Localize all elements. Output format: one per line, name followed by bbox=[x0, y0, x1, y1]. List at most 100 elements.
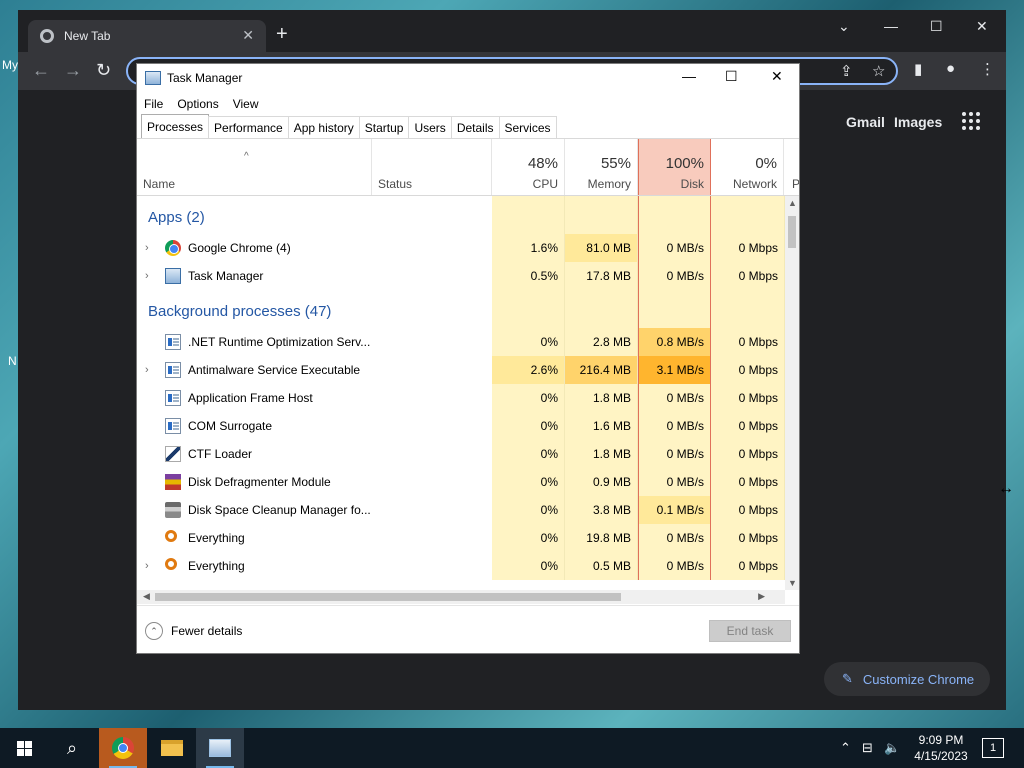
forward-arrow-icon[interactable]: → bbox=[64, 60, 82, 81]
tab-services[interactable]: Services bbox=[498, 116, 557, 138]
tab-app-history[interactable]: App history bbox=[287, 116, 360, 138]
network-icon[interactable]: ⊟ bbox=[862, 740, 873, 756]
menu-options[interactable]: Options bbox=[170, 94, 225, 114]
network-cell: 0 Mbps bbox=[711, 524, 785, 552]
tray-overflow-icon[interactable]: ⌃ bbox=[840, 740, 851, 756]
side-panel-icon[interactable]: ▮ bbox=[914, 60, 922, 78]
menu-view[interactable]: View bbox=[226, 94, 266, 114]
memory-cell: 19.8 MB bbox=[565, 524, 638, 552]
disk-cell: 0.1 MB/s bbox=[638, 496, 711, 524]
disk-cell: 0 MB/s bbox=[638, 468, 711, 496]
column-label-network: Network bbox=[732, 177, 777, 191]
notification-center-button[interactable]: 1 bbox=[982, 738, 1004, 758]
tab-details[interactable]: Details bbox=[450, 116, 500, 138]
chrome-tab-new-tab[interactable]: New Tab ✕ bbox=[28, 20, 266, 52]
maximize-button[interactable]: ☐ bbox=[930, 18, 943, 35]
close-button[interactable]: ✕ bbox=[771, 68, 783, 85]
column-header-memory[interactable]: 55% Memory bbox=[565, 139, 638, 195]
scroll-up-icon[interactable]: ▲ bbox=[788, 198, 797, 208]
tab-processes[interactable]: Processes bbox=[141, 114, 210, 138]
column-header-power[interactable]: P bbox=[784, 139, 799, 195]
task-manager-icon bbox=[209, 739, 231, 757]
fewer-details-button[interactable]: ⌃ Fewer details bbox=[145, 622, 242, 640]
table-row[interactable]: › Google Chrome (4) 1.6% 81.0 MB 0 MB/s 0 Mbp… bbox=[137, 234, 785, 262]
table-row[interactable]: › Everything 0% 0.5 MB 0 MB/s 0 Mbps bbox=[137, 552, 785, 580]
window-icon bbox=[165, 362, 181, 378]
reload-icon[interactable]: ↻ bbox=[96, 60, 111, 81]
network-cell: 0 Mbps bbox=[711, 552, 785, 580]
bookmark-star-icon[interactable]: ☆ bbox=[872, 62, 885, 80]
tab-performance[interactable]: Performance bbox=[208, 116, 289, 138]
memory-cell: 1.6 MB bbox=[565, 412, 638, 440]
tab-close-icon[interactable]: ✕ bbox=[242, 27, 254, 44]
vertical-scrollbar[interactable]: ▲ ▼ bbox=[785, 196, 799, 590]
table-row[interactable]: Application Frame Host 0% 1.8 MB 0 MB/s 0 Mb… bbox=[137, 384, 785, 412]
taskbar-task-manager[interactable] bbox=[196, 728, 244, 768]
profile-icon[interactable]: ● bbox=[946, 60, 955, 77]
column-header-name[interactable]: ^ Name bbox=[137, 139, 372, 195]
column-label-memory: Memory bbox=[587, 177, 631, 191]
table-row[interactable]: CTF Loader 0% 1.8 MB 0 MB/s 0 Mbps bbox=[137, 440, 785, 468]
share-icon[interactable]: ⇪ bbox=[840, 62, 853, 80]
new-tab-button[interactable]: + bbox=[276, 24, 288, 44]
tab-users[interactable]: Users bbox=[408, 116, 452, 138]
column-header-network[interactable]: 0% Network bbox=[711, 139, 784, 195]
end-task-button[interactable]: End task bbox=[709, 620, 791, 642]
horizontal-scrollbar[interactable]: ◀ ▶ bbox=[137, 590, 785, 604]
column-header-cpu[interactable]: 48% CPU bbox=[492, 139, 565, 195]
column-header-status[interactable]: Status bbox=[372, 139, 492, 195]
google-apps-icon[interactable] bbox=[962, 112, 980, 130]
menu-bar: File Options View bbox=[137, 94, 266, 114]
task-manager-footer: ⌃ Fewer details End task bbox=[137, 605, 799, 653]
desktop-icon-label[interactable]: N bbox=[8, 354, 17, 368]
minimize-button[interactable]: — bbox=[682, 68, 696, 84]
scroll-thumb[interactable] bbox=[155, 593, 621, 601]
table-row[interactable]: .NET Runtime Optimization Serv... 0% 2.8 M… bbox=[137, 328, 785, 356]
taskbar: ⌕ ⌃ ⊟ 🔈 9:09 PM 4/15/2023 1 bbox=[0, 728, 1024, 768]
table-row[interactable]: › Antimalware Service Executable 2.6% 216.4… bbox=[137, 356, 785, 384]
maximize-button[interactable]: ☐ bbox=[725, 68, 738, 85]
tab-startup[interactable]: Startup bbox=[358, 116, 410, 138]
task-manager-title-bar[interactable]: Task Manager — ☐ ✕ bbox=[137, 64, 799, 92]
volume-icon[interactable]: 🔈 bbox=[884, 740, 900, 756]
close-button[interactable]: ✕ bbox=[976, 18, 988, 35]
table-row[interactable]: COM Surrogate 0% 1.6 MB 0 MB/s 0 Mbps bbox=[137, 412, 785, 440]
expand-chevron-icon[interactable]: › bbox=[145, 552, 149, 580]
taskbar-file-explorer[interactable] bbox=[148, 728, 196, 768]
customize-chrome-button[interactable]: ✎ Customize Chrome bbox=[824, 662, 990, 696]
table-row[interactable]: Everything 0% 19.8 MB 0 MB/s 0 Mbps bbox=[137, 524, 785, 552]
group-header-row: Background processes (47) bbox=[137, 290, 785, 328]
search-button[interactable]: ⌕ bbox=[48, 728, 96, 768]
expand-chevron-icon[interactable]: › bbox=[145, 262, 149, 290]
table-row[interactable]: Disk Defragmenter Module 0% 0.9 MB 0 MB/s 0 … bbox=[137, 468, 785, 496]
process-name: Task Manager bbox=[188, 269, 264, 283]
desktop-icon-label[interactable]: My bbox=[2, 58, 18, 72]
images-link[interactable]: Images bbox=[894, 114, 942, 130]
scroll-right-icon[interactable]: ▶ bbox=[758, 591, 765, 602]
network-cell: 0 Mbps bbox=[711, 412, 785, 440]
clock[interactable]: 9:09 PM 4/15/2023 bbox=[904, 732, 978, 764]
chrome-tab-strip: New Tab ✕ + ⌄ — ☐ ✕ bbox=[18, 10, 1006, 52]
scroll-thumb[interactable] bbox=[788, 216, 796, 248]
start-button[interactable] bbox=[0, 728, 48, 768]
cpu-cell: 0% bbox=[492, 468, 565, 496]
menu-file[interactable]: File bbox=[137, 94, 170, 114]
scroll-left-icon[interactable]: ◀ bbox=[143, 591, 150, 602]
tab-search-icon[interactable]: ⌄ bbox=[838, 18, 850, 35]
back-arrow-icon[interactable]: ← bbox=[32, 60, 50, 81]
expand-chevron-icon[interactable]: › bbox=[145, 356, 149, 384]
sort-ascending-icon: ^ bbox=[244, 151, 249, 162]
group-header-row: Apps (2) bbox=[137, 196, 785, 234]
minimize-button[interactable]: — bbox=[884, 18, 898, 34]
table-row[interactable]: › Task Manager 0.5% 17.8 MB 0 MB/s 0 Mbps bbox=[137, 262, 785, 290]
gmail-link[interactable]: Gmail bbox=[846, 114, 885, 130]
scroll-down-icon[interactable]: ▼ bbox=[788, 578, 797, 588]
expand-chevron-icon[interactable]: › bbox=[145, 234, 149, 262]
taskbar-chrome[interactable] bbox=[99, 728, 147, 768]
chrome-menu-icon[interactable]: ⋮ bbox=[980, 60, 995, 78]
table-row[interactable]: Disk Space Cleanup Manager fo... 0% 3.8 MB… bbox=[137, 496, 785, 524]
cpu-cell: 0% bbox=[492, 328, 565, 356]
column-header-disk[interactable]: 100% Disk bbox=[638, 139, 711, 195]
tab-strip: Processes Performance App history Startu… bbox=[141, 114, 557, 138]
task-manager-icon bbox=[165, 268, 181, 284]
